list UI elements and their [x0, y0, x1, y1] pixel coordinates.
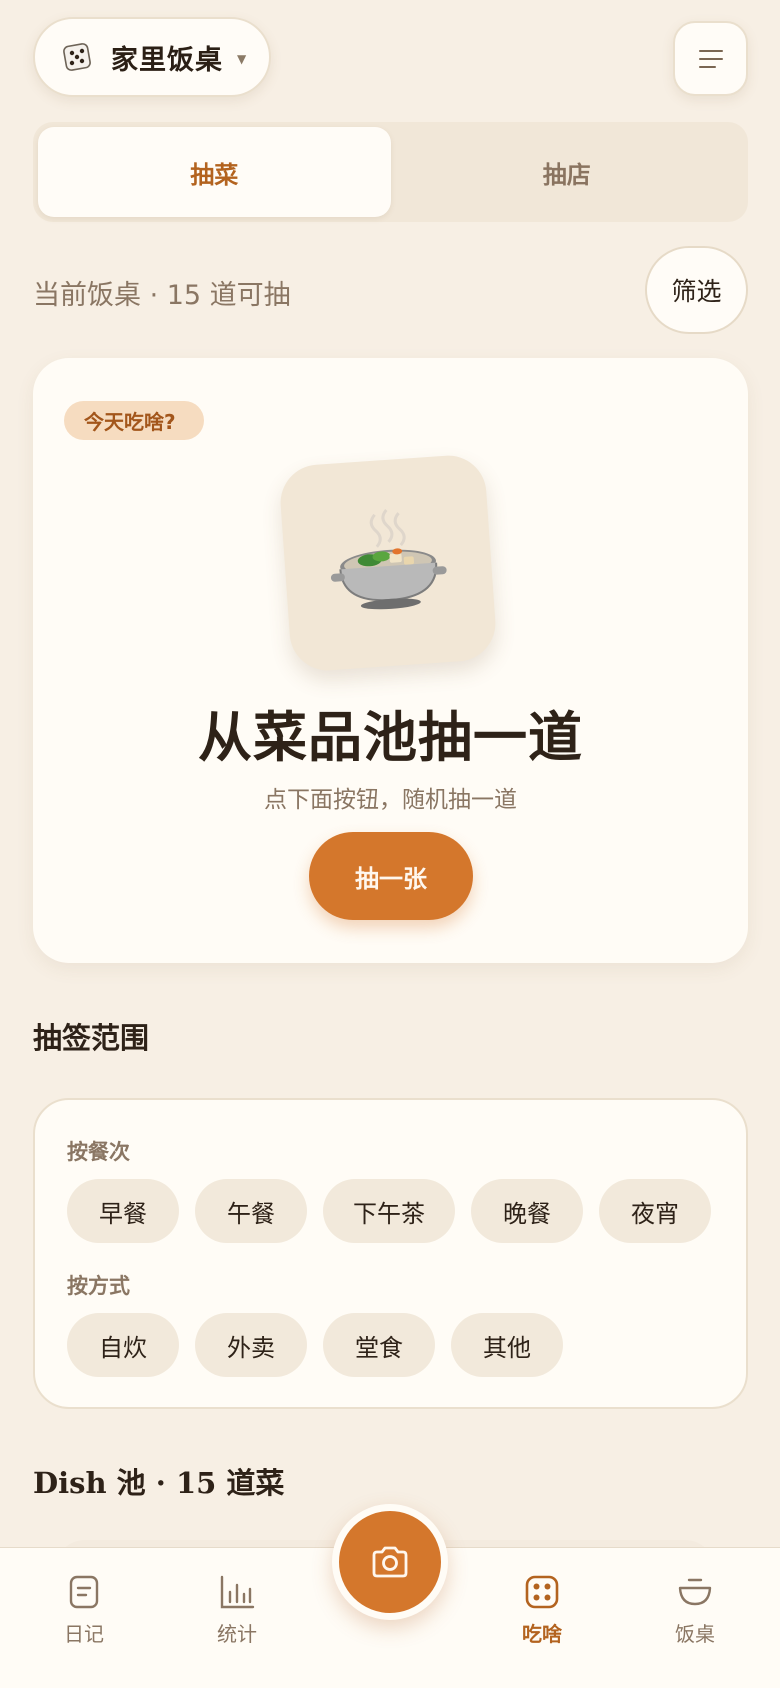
- chevron-down-icon: ▼: [237, 52, 247, 66]
- pool-count-text: 当前饭桌 · 15 道可抽: [33, 280, 291, 311]
- card-subtitle: 点下面按钮，随机抽一道: [264, 787, 517, 813]
- chip-dinner[interactable]: 晚餐: [471, 1179, 583, 1243]
- draw-card: 今天吃啥? 从菜品池抽一道 点下面按钮，随机抽一道 抽一张: [33, 358, 748, 963]
- chip-lunch[interactable]: 午餐: [195, 1179, 307, 1243]
- dice-icon: [61, 41, 93, 73]
- today-badge: 今天吃啥?: [64, 401, 204, 440]
- camera-icon: [372, 1546, 408, 1578]
- nav-item-diary[interactable]: 日记: [29, 1572, 139, 1647]
- chip-home-cooked[interactable]: 自炊: [67, 1313, 179, 1377]
- nav-label-eat-what: 吃啥: [522, 1622, 562, 1646]
- method-group-label: 按方式: [67, 1274, 130, 1298]
- chip-late-night[interactable]: 夜宵: [599, 1179, 711, 1243]
- tab-draw-restaurant[interactable]: 抽店: [391, 127, 744, 217]
- tab-draw-dish[interactable]: 抽菜: [38, 127, 391, 217]
- draw-button[interactable]: 抽一张: [309, 832, 473, 920]
- nav-item-stats[interactable]: 统计: [182, 1572, 292, 1647]
- scope-card: 按餐次 早餐 午餐 下午茶 晚餐 夜宵 按方式 自炊 外卖 堂食 其他: [33, 1098, 748, 1409]
- eat-what-screen: 家里饭桌 ▼ 抽菜 抽店 当前饭桌 · 15 道可抽 筛选 今天吃啥? 从菜品池…: [0, 0, 780, 1688]
- camera-button[interactable]: [332, 1504, 448, 1620]
- mode-tabs: 抽菜 抽店: [33, 122, 748, 222]
- chip-other[interactable]: 其他: [451, 1313, 563, 1377]
- nav-label-stats: 统计: [217, 1622, 257, 1646]
- meal-chip-row: 早餐 午餐 下午茶 晚餐 夜宵: [67, 1179, 711, 1243]
- dice-icon: [522, 1572, 562, 1612]
- menu-button[interactable]: [673, 21, 748, 96]
- card-title: 从菜品池抽一道: [198, 705, 583, 769]
- chip-delivery[interactable]: 外卖: [195, 1313, 307, 1377]
- chip-dine-in[interactable]: 堂食: [323, 1313, 435, 1377]
- dish-preview-tile: [278, 453, 498, 673]
- nav-item-table[interactable]: 饭桌: [640, 1572, 750, 1647]
- nav-label-diary: 日记: [64, 1622, 104, 1646]
- meal-group-label: 按餐次: [67, 1140, 130, 1164]
- chip-breakfast[interactable]: 早餐: [67, 1179, 179, 1243]
- dish-pool-title: Dish 池 · 15 道菜: [33, 1466, 285, 1500]
- nav-item-eat-what[interactable]: 吃啥: [487, 1572, 597, 1647]
- filter-button[interactable]: 筛选: [645, 246, 748, 334]
- hot-pot-icon: [330, 509, 447, 610]
- method-chip-row: 自炊 外卖 堂食 其他: [67, 1313, 563, 1377]
- scope-section-title: 抽签范围: [33, 1021, 150, 1055]
- table-name: 家里饭桌: [111, 44, 223, 76]
- diary-icon: [64, 1572, 104, 1612]
- hamburger-menu-icon: [698, 49, 723, 68]
- chip-afternoon-tea[interactable]: 下午茶: [323, 1179, 455, 1243]
- nav-label-table: 饭桌: [675, 1622, 715, 1646]
- bar-chart-icon: [217, 1572, 257, 1612]
- table-switcher[interactable]: 家里饭桌 ▼: [33, 17, 271, 97]
- bowl-icon: [675, 1572, 715, 1612]
